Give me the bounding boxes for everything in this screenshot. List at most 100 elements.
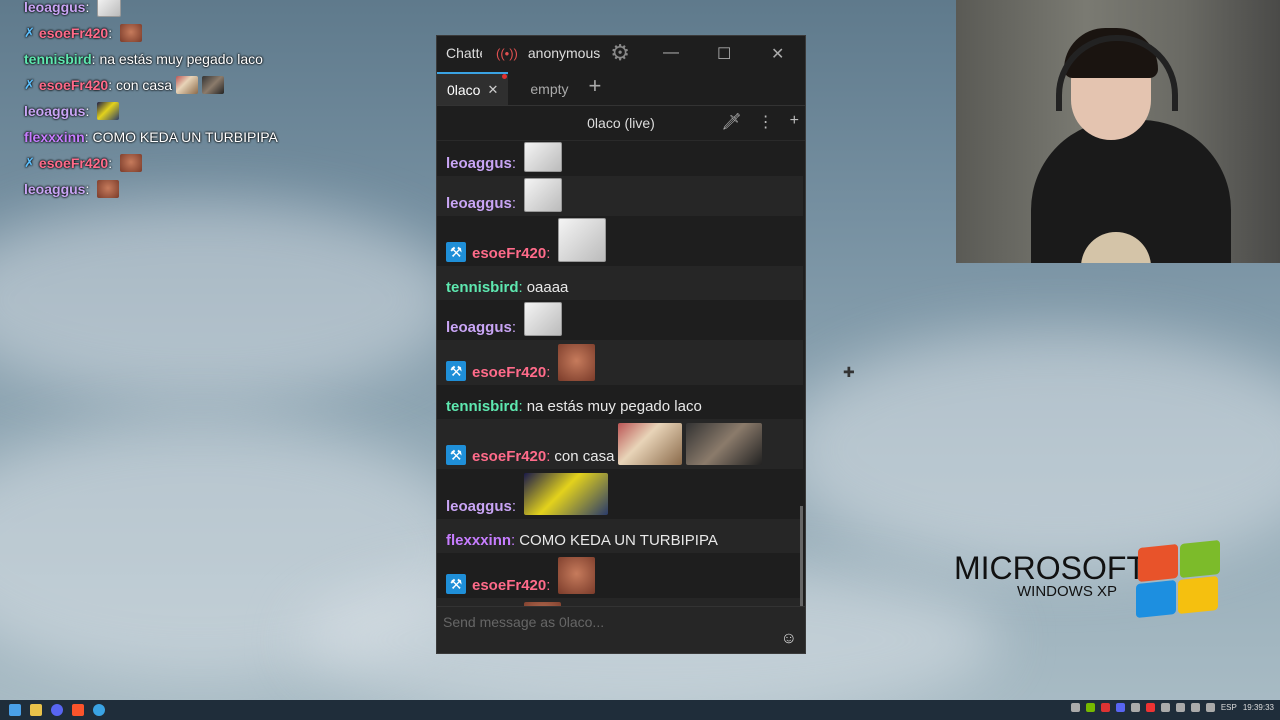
taskbar: ESP 19:39:33 xyxy=(0,700,1280,720)
tray-record-icon[interactable] xyxy=(1100,703,1110,712)
tab-label: empty xyxy=(530,80,569,97)
tray-steam-icon[interactable] xyxy=(1160,703,1170,712)
chat-message[interactable]: tennisbird: na estás muy pegado laco xyxy=(437,385,803,419)
emote-image[interactable] xyxy=(558,557,596,594)
moderator-badge-icon[interactable]: ⚒ xyxy=(446,445,466,465)
username[interactable]: leoaggus xyxy=(446,319,512,336)
username[interactable]: flexxxinn xyxy=(446,532,511,549)
minimize-button[interactable]: — xyxy=(663,44,679,62)
windows-xp-logo: MICROSOFT WINDOWS XP xyxy=(954,550,1146,600)
message-text: COMO KEDA UN TURBIPIPA xyxy=(519,532,718,549)
username[interactable]: tennisbird xyxy=(446,279,519,296)
mod-sword-icon: ✗ xyxy=(24,25,35,40)
add-split-icon[interactable]: + xyxy=(790,112,799,132)
separator: : xyxy=(85,103,94,119)
maximize-button[interactable]: ☐ xyxy=(717,44,731,64)
emote-image[interactable] xyxy=(524,142,563,172)
separator: : xyxy=(511,532,516,549)
tray-app-icon[interactable] xyxy=(1070,703,1080,712)
language-indicator[interactable]: ESP xyxy=(1221,703,1237,712)
start-button-icon[interactable] xyxy=(9,704,21,716)
chat-message[interactable]: leoaggus: xyxy=(437,176,803,216)
brave-icon[interactable] xyxy=(72,704,84,716)
emote-image[interactable] xyxy=(524,473,609,515)
chatterino-window: Chatterino ((•)) anonymous ⚙ — ☐ ✕ 0laco… xyxy=(436,35,806,654)
moderation-sword-icon[interactable]: 🗡 xyxy=(721,112,741,132)
windows-flag-icon xyxy=(1132,539,1222,620)
separator: : xyxy=(108,155,116,171)
message-text: na estás muy pegado laco xyxy=(526,398,702,415)
overlay-chat-line: leoaggus: xyxy=(24,98,384,124)
close-tab-icon[interactable]: ✕ xyxy=(487,82,498,98)
close-button[interactable]: ✕ xyxy=(771,44,784,64)
emote-image[interactable] xyxy=(558,344,596,381)
chat-message[interactable]: ⚒ esoeFr420: con casa xyxy=(437,419,803,469)
emote-image xyxy=(176,76,199,94)
tray-discord-icon[interactable] xyxy=(1115,703,1125,712)
username[interactable]: leoaggus xyxy=(446,155,512,172)
moderator-badge-icon[interactable]: ⚒ xyxy=(446,574,466,594)
add-tab-icon[interactable]: + xyxy=(589,73,602,99)
emote-image xyxy=(97,102,120,120)
emote-image[interactable] xyxy=(618,423,683,465)
account-button[interactable]: anonymous xyxy=(528,45,600,61)
overlay-chat-line: ✗ esoeFr420: xyxy=(24,150,384,176)
chat-message[interactable]: leoaggus: xyxy=(437,140,803,176)
gear-icon[interactable]: ⚙ xyxy=(610,40,630,66)
emote-image[interactable] xyxy=(558,218,607,262)
tray-network-icon[interactable] xyxy=(1190,703,1200,712)
emote-image xyxy=(119,154,142,172)
chat-message[interactable]: ⚒ esoeFr420: xyxy=(437,216,803,266)
tab-empty[interactable]: empty xyxy=(520,72,578,105)
emote-image[interactable] xyxy=(524,302,563,336)
username[interactable]: esoeFr420 xyxy=(472,448,546,465)
tray-mic-icon[interactable] xyxy=(1175,703,1185,712)
channel-title[interactable]: 0laco (live) xyxy=(587,115,655,131)
chat-message[interactable]: ⚒ esoeFr420: xyxy=(437,553,803,598)
file-explorer-icon[interactable] xyxy=(30,704,42,716)
emote-image[interactable] xyxy=(524,178,563,212)
overlay-username: esoeFr420 xyxy=(38,25,109,41)
discord-icon[interactable] xyxy=(51,704,63,716)
username[interactable]: leoaggus xyxy=(446,498,512,515)
username[interactable]: esoeFr420 xyxy=(472,577,546,594)
username[interactable]: esoeFr420 xyxy=(472,245,546,262)
chat-message[interactable]: leoaggus: xyxy=(437,469,803,519)
overlay-message-text: na estás muy pegado laco xyxy=(99,51,263,67)
chat-message[interactable]: ⚒ esoeFr420: xyxy=(437,340,803,385)
username[interactable]: leoaggus xyxy=(446,195,512,212)
chat-message[interactable]: tennisbird: oaaaa xyxy=(437,266,803,300)
tab-label: 0laco xyxy=(447,81,481,98)
username[interactable]: esoeFr420 xyxy=(472,364,546,381)
message-list[interactable]: leoaggus: leoaggus: ⚒ esoeFr420: tennisbird:… xyxy=(437,140,803,607)
more-options-icon[interactable]: ⋮ xyxy=(758,112,774,132)
tray-shield-icon[interactable] xyxy=(1130,703,1140,712)
emote-image xyxy=(202,76,225,94)
chat-message[interactable]: leoaggus: xyxy=(437,300,803,340)
chatterino-icon[interactable] xyxy=(93,704,105,716)
tray-obs-icon[interactable] xyxy=(1145,703,1155,712)
message-input-bar: ☺ xyxy=(437,606,805,653)
scrollbar[interactable] xyxy=(800,506,803,606)
tab-0laco[interactable]: 0laco ✕ xyxy=(437,72,509,105)
overlay-chat-line: ✗ esoeFr420: xyxy=(24,20,384,46)
nvidia-icon[interactable] xyxy=(1085,703,1095,712)
moderator-badge-icon[interactable]: ⚒ xyxy=(446,242,466,262)
split-header: 0laco (live) 🗡 ⋮ + xyxy=(437,106,805,141)
separator: : xyxy=(518,398,523,415)
tray-volume-icon[interactable] xyxy=(1205,703,1215,712)
emote-image[interactable] xyxy=(686,423,763,465)
title-bar[interactable]: Chatterino ((•)) anonymous ⚙ — ☐ ✕ xyxy=(437,36,805,70)
live-icon[interactable]: ((•)) xyxy=(496,46,518,61)
message-input[interactable] xyxy=(441,613,765,631)
overlay-username: esoeFr420 xyxy=(38,77,109,93)
taskbar-clock[interactable]: 19:39:33 xyxy=(1243,703,1274,712)
moderator-badge-icon[interactable]: ⚒ xyxy=(446,361,466,381)
username[interactable]: tennisbird xyxy=(446,398,519,415)
overlay-chat-line: ✗ esoeFr420: con casa xyxy=(24,72,384,98)
separator: : xyxy=(546,245,551,262)
chat-message[interactable]: flexxxinn: COMO KEDA UN TURBIPIPA xyxy=(437,519,803,553)
emote-picker-icon[interactable]: ☺ xyxy=(781,630,797,648)
live-dot-icon xyxy=(502,74,508,79)
emote-image xyxy=(119,24,142,42)
